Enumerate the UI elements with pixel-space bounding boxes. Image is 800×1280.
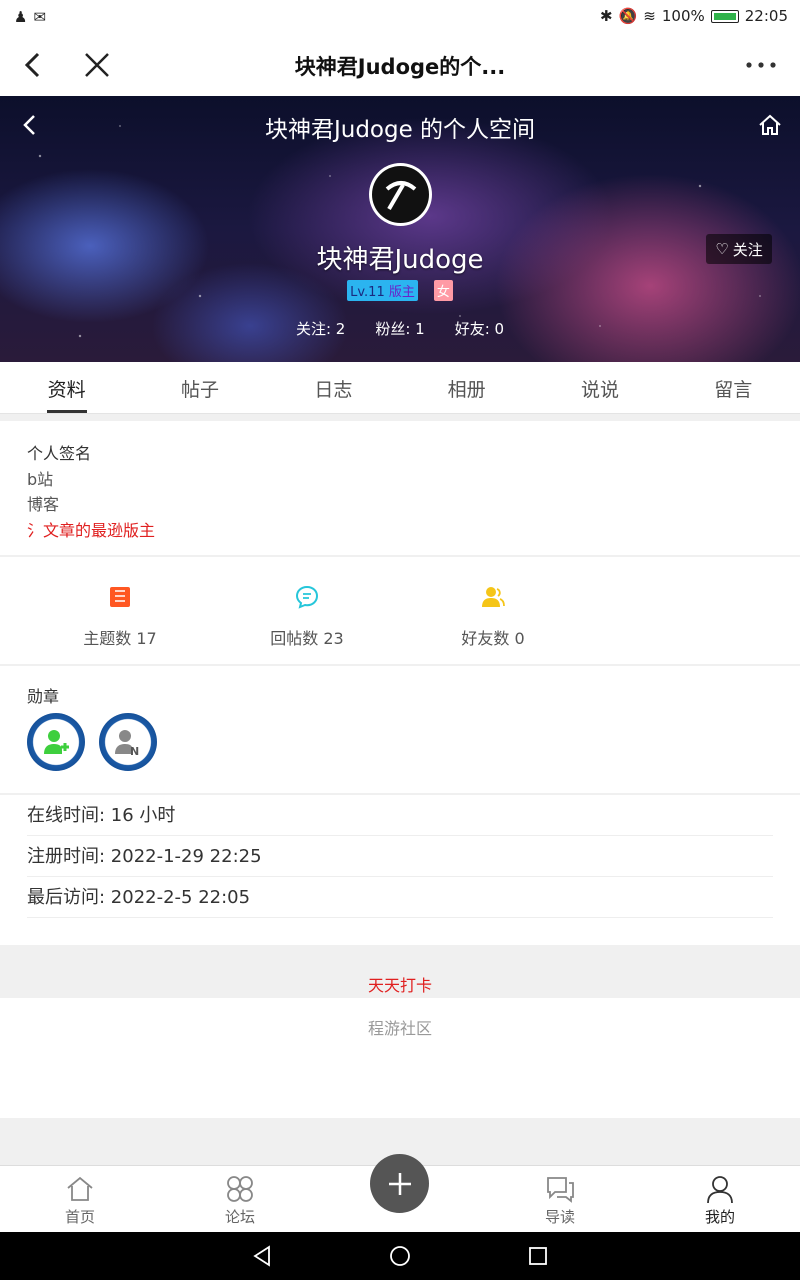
profile-header: 块神君Judoge 的个人空间 块神君Judoge Lv.11 版主 女 ♡ 关… (0, 96, 800, 362)
more-icon[interactable] (744, 48, 778, 82)
user-plus-icon (44, 730, 69, 754)
activity-info: 在线时间: 16 小时 注册时间: 2022-1-29 22:25 最后访问: … (0, 795, 800, 945)
system-recents-icon[interactable] (527, 1245, 549, 1267)
system-nav-bar (0, 1232, 800, 1280)
tab-album[interactable]: 相册 (400, 362, 533, 413)
back-icon[interactable] (16, 48, 50, 82)
title-bar: 块神君Judoge的个... (0, 34, 800, 96)
friends-icon (482, 587, 505, 607)
footer: 程游社区 (0, 998, 800, 1118)
following-count[interactable]: 关注: 2 (296, 318, 345, 339)
nav-home[interactable]: 首页 (40, 1174, 120, 1227)
level-badge: Lv.11 版主 (347, 280, 418, 301)
plus-icon (388, 1172, 411, 1195)
compose-button[interactable] (370, 1154, 429, 1213)
tab-posts[interactable]: 帖子 (133, 362, 266, 413)
checkin-link[interactable]: 天天打卡 (0, 972, 800, 996)
username: 块神君Judoge (316, 245, 484, 275)
nav-mine[interactable]: 我的 (680, 1174, 760, 1227)
online-time: 在线时间: 16 小时 (27, 795, 773, 836)
battery-icon (710, 9, 739, 23)
reply-icon (295, 585, 319, 609)
status-bar: ♟ ✉ ✱ 🔕 ≋ 100% 22:05 (0, 0, 800, 34)
friends-count[interactable]: 好友: 0 (455, 318, 504, 339)
stats-section: 主题数 17 回帖数 23 好友数 0 (0, 557, 800, 664)
profile-tabs: 资料 帖子 日志 相册 说说 留言 (0, 362, 800, 414)
avatar[interactable] (369, 163, 432, 226)
nav-guide[interactable]: 导读 (520, 1174, 600, 1227)
signature-label: 个人签名 (27, 444, 92, 463)
gender-badge: 女 (433, 280, 453, 301)
notification-icon: ♟ (14, 8, 28, 26)
nav-forum[interactable]: 论坛 (200, 1174, 280, 1227)
medals-section: 勋章 N (0, 666, 800, 793)
register-time: 注册时间: 2022-1-29 22:25 (27, 836, 773, 877)
last-visit: 最后访问: 2022-2-5 22:05 (27, 877, 773, 918)
svg-text:N: N (130, 745, 139, 757)
tab-messages[interactable]: 留言 (667, 362, 800, 413)
medal-user-en[interactable]: N (99, 713, 157, 771)
system-home-icon[interactable] (389, 1245, 411, 1267)
system-back-icon[interactable] (251, 1245, 273, 1267)
site-name: 程游社区 (367, 1019, 432, 1038)
fans-count[interactable]: 粉丝: 1 (375, 318, 424, 339)
battery-percent: 100% (661, 7, 705, 25)
stat-replies[interactable]: 回帖数 23 (227, 585, 387, 649)
chat-icon (547, 1177, 574, 1203)
signature-tagline: 氵文章的最逊版主 (27, 520, 156, 540)
home-nav-icon (67, 1176, 93, 1201)
heart-icon: ♡ (715, 240, 729, 258)
medal-add-friend[interactable] (27, 713, 85, 771)
medals-label: 勋章 (27, 687, 60, 706)
space-title: 块神君Judoge 的个人空间 (264, 117, 536, 143)
hero-back-icon[interactable] (18, 112, 42, 138)
forum-icon (227, 1176, 253, 1202)
mute-icon: 🔕 (618, 7, 638, 25)
stat-friends[interactable]: 好友数 0 (413, 585, 573, 649)
signature-link-bilibili[interactable]: b站 (27, 467, 773, 493)
tab-profile[interactable]: 资料 (0, 362, 133, 413)
user-en-icon: N (115, 730, 139, 757)
wifi-icon: ≋ (643, 7, 656, 25)
stat-topics[interactable]: 主题数 17 (40, 585, 200, 649)
topics-icon (110, 587, 130, 607)
signature-link-blog[interactable]: 博客 (27, 492, 773, 518)
tab-blog[interactable]: 日志 (267, 362, 400, 413)
signature-section: 个人签名 b站 博客 氵文章的最逊版主 (0, 421, 800, 555)
wechat-icon: ✉ (33, 8, 47, 26)
bluetooth-icon: ✱ (600, 7, 613, 25)
page-title: 块神君Judoge的个... (294, 55, 506, 79)
clock: 22:05 (744, 7, 788, 25)
follow-button[interactable]: ♡ 关注 (706, 234, 772, 264)
close-icon[interactable] (80, 48, 114, 82)
user-icon (707, 1176, 733, 1204)
pickaxe-icon (385, 180, 416, 210)
tab-status[interactable]: 说说 (533, 362, 666, 413)
home-icon[interactable] (757, 112, 783, 138)
